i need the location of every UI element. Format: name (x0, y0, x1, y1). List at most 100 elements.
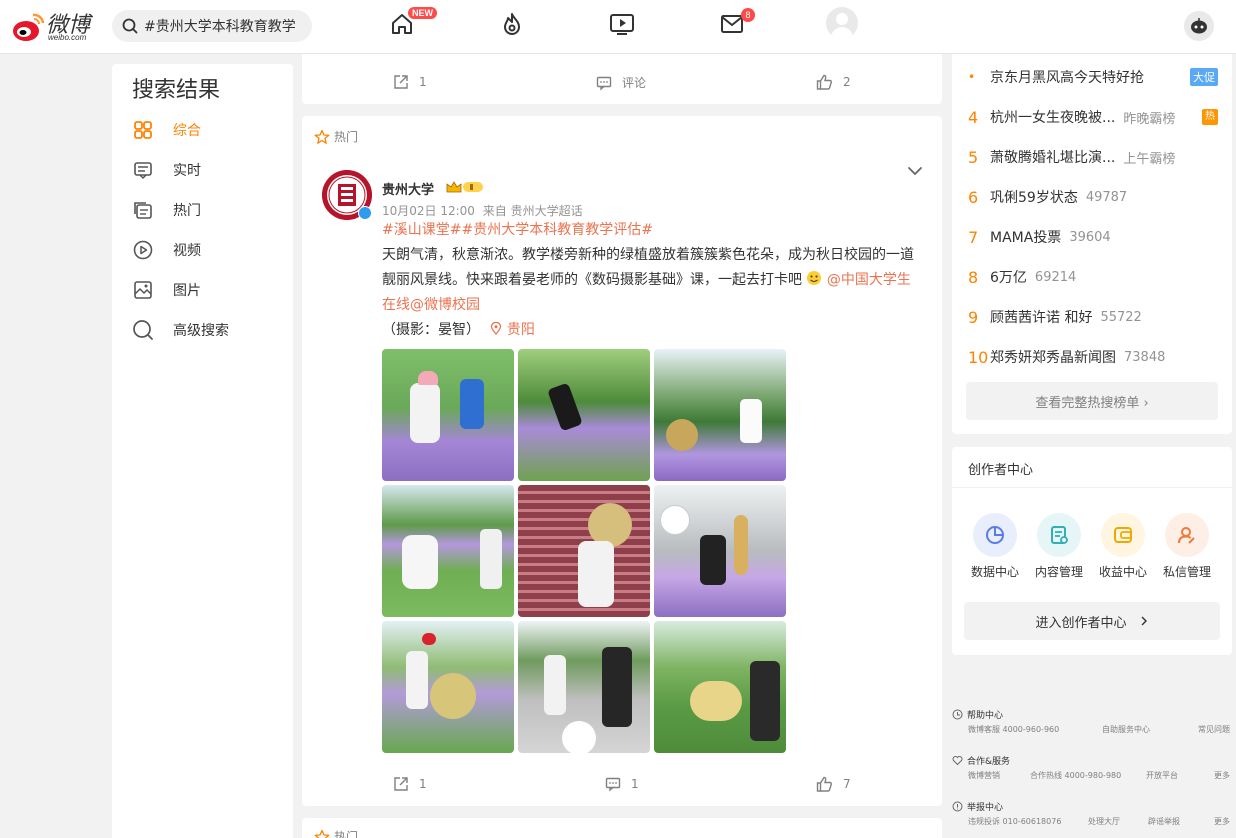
search-box[interactable] (112, 10, 312, 42)
hot-search-item[interactable]: 9 顾茜茜许诺 和好 55722 (968, 306, 1218, 328)
comment-icon (605, 777, 621, 792)
photo-6[interactable] (654, 485, 786, 617)
nav-item-realtime[interactable]: 实时 (132, 158, 201, 182)
repost-button[interactable]: 1 (393, 74, 427, 90)
footer-link[interactable]: 更多 (1214, 770, 1230, 781)
hot-search-item[interactable]: 6 巩俐59岁状态 49787 (968, 186, 1218, 208)
hot-label: 热门 (314, 128, 358, 145)
hot-nav[interactable] (498, 10, 526, 38)
creator-item-label: 数据中心 (970, 565, 1019, 579)
image-icon (132, 279, 154, 301)
nav-item-hot[interactable]: 热门 (132, 198, 201, 222)
hot-search-item[interactable]: 10 郑秀妍郑秀晶新闻图 73848 (968, 346, 1218, 368)
heart-icon (952, 756, 963, 766)
photo-5[interactable] (518, 485, 650, 617)
post-hashtags[interactable]: #溪山课堂##贵州大学本科教育教学评估# (382, 222, 653, 238)
hot-title: 京东月黑风高今天特好抢 (990, 70, 1144, 86)
hot-search-item[interactable]: 8 6万亿 69214 (968, 266, 1218, 288)
post-text-line2: 靓丽风景线。快来跟着晏老师的《数码摄影基础》课，一起去打卡吧 (382, 272, 802, 288)
comment-button[interactable]: 评论 (596, 74, 646, 91)
creator-item-label: 内容管理 (1034, 565, 1083, 579)
footer-link[interactable]: 微博营销 (968, 770, 1000, 781)
photo-9[interactable] (654, 621, 786, 753)
hot-search-item[interactable]: • 京东月黑风高今天特好抢 大促 (968, 66, 1218, 88)
footer-link[interactable]: 开放平台 (1146, 770, 1178, 781)
post-actions: 1 评论 2 (302, 74, 942, 98)
message-management-entry[interactable]: 私信管理 (1157, 513, 1217, 580)
enter-creator-center-button[interactable]: 进入创作者中心 (964, 602, 1220, 640)
photo-1[interactable] (382, 349, 514, 481)
data-center-entry[interactable]: 数据中心 (965, 513, 1025, 580)
footer-help-title-text: 帮助中心 (967, 711, 1004, 721)
hot-num: 55722 (1100, 309, 1142, 325)
hot-label: 热门 (314, 828, 358, 838)
footer-link[interactable]: 合作热线 4000-980-980 (1030, 770, 1121, 781)
post-source[interactable]: 来自 贵州大学超话 (483, 204, 583, 218)
view-full-hot-list-button[interactable]: 查看完整热搜榜单 › (966, 382, 1218, 420)
income-center-entry[interactable]: 收益中心 (1093, 513, 1153, 580)
nav-item-advanced-search[interactable]: 高级搜索 (132, 318, 229, 342)
assistant-button[interactable] (1184, 11, 1214, 41)
footer-link[interactable]: 常见问题 (1198, 724, 1230, 735)
mention-link[interactable]: @中国大学生 (827, 272, 911, 288)
hot-rank: 7 (968, 227, 979, 247)
divider (952, 487, 1232, 488)
robot-icon (1191, 18, 1207, 34)
hot-doc-icon (132, 199, 154, 221)
location-link[interactable]: 贵阳 (507, 322, 535, 338)
thumbs-up-icon (816, 74, 832, 90)
footer-report-section: 举报中心 违规投诉 010-60618076 处理大厅 辟谣举报 更多 (952, 800, 1236, 826)
message-mgmt-icon (1165, 513, 1209, 557)
hot-search-item[interactable]: 7 MAMA投票 39604 (968, 226, 1218, 248)
nav-item-image[interactable]: 图片 (132, 278, 201, 302)
hot-title: 6万亿 (990, 270, 1027, 286)
post-time[interactable]: 10月02日 12:00 (382, 204, 475, 218)
post-card: 热门 贵州大学 10月02日 12:00 来自 贵州大学超话 #溪山课堂##贵州… (302, 116, 942, 806)
footer-link[interactable]: 微博客服 4000-960-960 (968, 724, 1059, 735)
post-meta: 10月02日 12:00 来自 贵州大学超话 (382, 202, 583, 219)
footer-link[interactable]: 处理大厅 (1088, 816, 1120, 827)
crown-badge-icon (446, 181, 483, 193)
nav-item-label: 图片 (173, 283, 201, 299)
comment-button[interactable]: 1 (605, 776, 639, 792)
nav-item-label: 热门 (173, 203, 201, 219)
post-body: #溪山课堂##贵州大学本科教育教学评估# 天朗气清，秋意渐浓。教学楼旁新种的绿植… (382, 218, 922, 343)
user-avatar[interactable] (826, 7, 858, 39)
mention-link-2[interactable]: 在线@微博校园 (382, 297, 480, 313)
repost-button[interactable]: 1 (393, 776, 427, 792)
hot-num: 上午霸榜 (1123, 151, 1176, 167)
like-button[interactable]: 7 (816, 776, 851, 792)
search-input[interactable] (144, 18, 304, 34)
footer-link[interactable]: 自助服务中心 (1102, 724, 1150, 735)
footer-help-title: 帮助中心 (952, 708, 1236, 721)
next-post-card: 热门 (302, 818, 942, 838)
nav-item-video[interactable]: 视频 (132, 238, 201, 262)
comment-icon (596, 76, 612, 90)
footer-link[interactable]: 违规投诉 010-60618076 (968, 816, 1061, 827)
new-badge: NEW (408, 7, 437, 19)
photo-3[interactable] (654, 349, 786, 481)
chevron-down-icon[interactable] (906, 164, 924, 178)
promo-tag: 大促 (1190, 68, 1218, 86)
footer-link[interactable]: 更多 (1214, 816, 1230, 827)
author-name[interactable]: 贵州大学 (382, 179, 434, 198)
hot-search-item[interactable]: 4 杭州一女生夜晚被... 昨晚霸榜 热 (968, 106, 1218, 128)
hot-num: 49787 (1085, 189, 1128, 205)
weibo-logo[interactable]: 微博 weibo.com (10, 6, 100, 46)
video-nav[interactable] (608, 10, 636, 38)
footer-link[interactable]: 辟谣举报 (1148, 816, 1180, 827)
photo-7[interactable] (382, 621, 514, 753)
like-button[interactable]: 2 (816, 74, 851, 90)
photo-8[interactable] (518, 621, 650, 753)
hot-title: 杭州一女生夜晚被... (990, 110, 1116, 126)
content-management-entry[interactable]: 内容管理 (1029, 513, 1089, 580)
fire-icon (504, 13, 520, 35)
nav-item-comprehensive[interactable]: 综合 (132, 118, 201, 142)
photo-4[interactable] (382, 485, 514, 617)
repost-icon (394, 777, 408, 791)
hot-rank: 5 (968, 147, 979, 167)
hot-rank: 6 (968, 187, 979, 207)
photo-2[interactable] (518, 349, 650, 481)
hot-search-item[interactable]: 5 萧敬腾婚礼堪比演... 上午霸榜 (968, 146, 1218, 168)
star-icon (314, 129, 330, 144)
